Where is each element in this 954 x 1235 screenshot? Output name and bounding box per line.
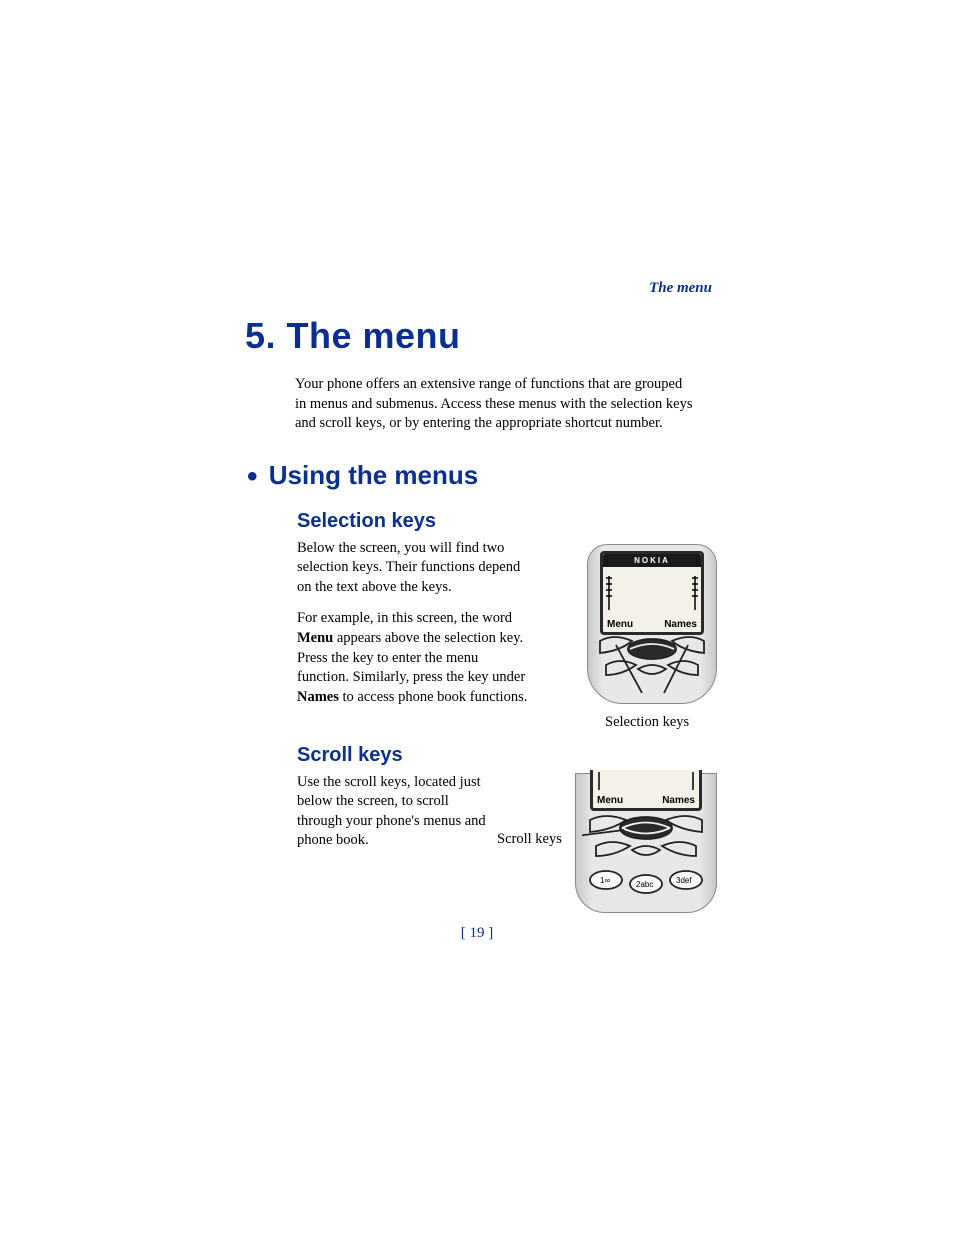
section-using-menus: • Using the menus	[247, 460, 707, 494]
selection-keys-caption: Selection keys	[605, 714, 689, 731]
bold-menu: Menu	[297, 630, 333, 646]
figure-scroll-keys: Menu Names	[575, 773, 725, 923]
running-header: The menu	[649, 280, 712, 297]
scroll-keys-p1: Use the scroll keys, located just below …	[297, 773, 487, 851]
softkey-left-label: Menu	[597, 795, 623, 806]
subheading-selection-keys: Selection keys	[297, 510, 707, 533]
chapter-intro: Your phone offers an extensive range of …	[295, 375, 695, 434]
section-using-menus-text: Using the menus	[269, 460, 478, 490]
keypad-icon	[592, 635, 712, 697]
bullet-icon: •	[247, 460, 258, 493]
figure-selection-keys: NOKIA Menu Names	[587, 544, 727, 744]
text: For example, in this screen, the word	[297, 610, 512, 626]
text: to access phone book functions.	[339, 689, 527, 705]
softkey-right-label: Names	[662, 795, 695, 806]
selection-keys-p2: For example, in this screen, the word Me…	[297, 609, 532, 707]
page-number: [ 19 ]	[0, 925, 954, 942]
key-3-label: 3def	[676, 876, 692, 885]
key-2-label: 2abc	[636, 880, 653, 889]
selection-keys-p1: Below the screen, you will find two sele…	[297, 539, 532, 598]
subheading-scroll-keys: Scroll keys	[297, 744, 707, 767]
chapter-title: 5. The menu	[245, 315, 707, 357]
scroll-keys-caption: Scroll keys	[497, 831, 562, 848]
key-1-label: 1∞	[600, 876, 610, 885]
softkey-right-label: Names	[664, 619, 697, 630]
softkey-left-label: Menu	[607, 619, 633, 630]
bold-names: Names	[297, 689, 339, 705]
keypad-icon: 1∞ 2abc 3def	[582, 814, 710, 906]
